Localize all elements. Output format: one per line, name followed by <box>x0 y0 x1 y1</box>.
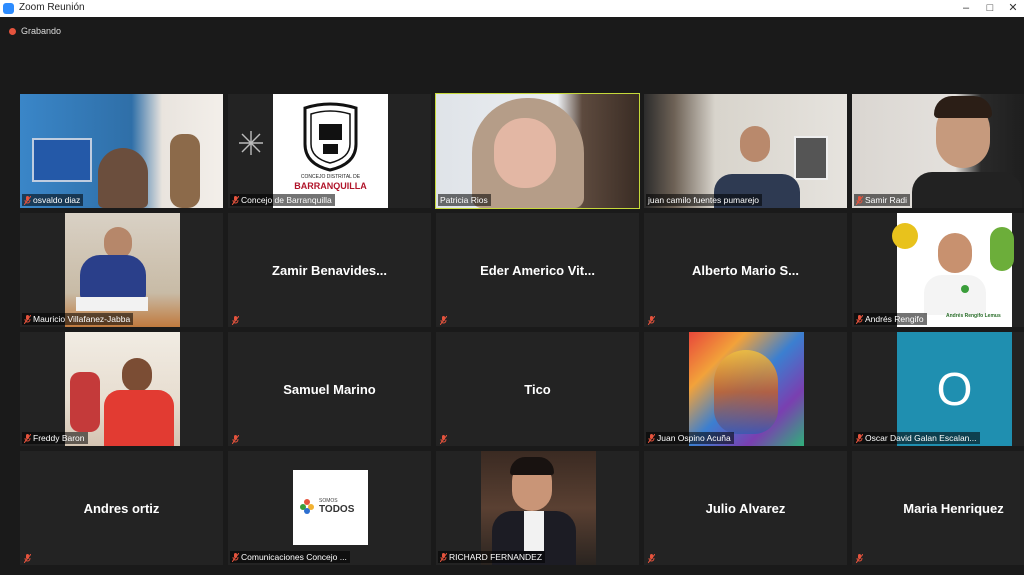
participant-shirt <box>524 511 544 551</box>
participant-name-label: juan camilo fuentes pumarejo <box>646 194 763 206</box>
participant-tile[interactable]: Freddy Baron <box>20 332 223 446</box>
statue-figure <box>170 134 200 208</box>
participant-tile[interactable]: Tico <box>436 332 639 446</box>
participant-name-label: RICHARD FERNANDEZ <box>438 551 546 563</box>
participant-face <box>122 358 152 392</box>
participant-name-display: Julio Alvarez <box>705 500 786 516</box>
recording-dot-icon <box>9 27 16 35</box>
zoom-app-icon <box>3 3 14 14</box>
participant-tile[interactable]: Andres ortiz <box>20 451 223 565</box>
participant-name-label: Andrés Rengifo <box>854 313 927 325</box>
window-title: Zoom Reunión <box>19 2 85 13</box>
logo-line2: TODOS <box>319 504 355 515</box>
participant-tile[interactable]: juan camilo fuentes pumarejo <box>644 94 847 208</box>
participant-tile[interactable]: RICHARD FERNANDEZ <box>436 451 639 565</box>
participant-name-label: Juan Ospino Acuña <box>646 432 734 444</box>
participant-tile[interactable]: CONCEJO DISTRITAL DE BARRANQUILLA Concej… <box>228 94 431 208</box>
participant-tile[interactable]: O Oscar David Galan Escalan... <box>852 332 1024 446</box>
participant-name-display: Zamir Benavides... <box>272 262 387 278</box>
participant-body <box>104 390 174 446</box>
participant-name-label: Concejo de Barranquilla <box>230 194 335 206</box>
window-titlebar: Zoom Reunión – □ ✕ <box>0 0 1024 17</box>
participant-body <box>924 275 986 315</box>
wall-poster <box>794 136 828 180</box>
participant-tile-active-speaker[interactable]: Patricia Rios <box>435 93 640 209</box>
participant-tile[interactable]: Mauricio Villafanez-Jabba <box>20 213 223 327</box>
recording-indicator[interactable]: Grabando <box>9 26 61 36</box>
muted-mic-icon <box>232 196 239 205</box>
participant-figure <box>98 148 148 208</box>
leaf-graphic <box>990 227 1014 271</box>
muted-mic-icon <box>648 316 655 325</box>
crowd-figure <box>70 372 100 432</box>
muted-mic-icon <box>648 434 655 443</box>
participant-tile[interactable]: Eder Americo Vit... <box>436 213 639 327</box>
concejo-logo: CONCEJO DISTRITAL DE BARRANQUILLA <box>273 94 388 208</box>
participant-tile[interactable]: Juan Ospino Acuña <box>644 332 847 446</box>
muted-mic-icon <box>440 316 447 325</box>
participant-name-display: Alberto Mario S... <box>692 262 799 278</box>
participant-tile[interactable]: Maria Henriquez <box>852 451 1024 565</box>
screen-graphic <box>32 138 92 182</box>
minimize-button[interactable]: – <box>958 1 974 15</box>
participant-hair <box>510 457 554 475</box>
participant-body <box>80 255 146 299</box>
participant-name-label: Samir Radi <box>854 194 911 206</box>
participant-name-display: Maria Henriquez <box>903 500 1004 516</box>
participant-name-label: Freddy Baron <box>22 432 88 444</box>
participant-tile[interactable]: Zamir Benavides... <box>228 213 431 327</box>
participant-tile[interactable]: SOMOS TODOS Comunicaciones Concejo ... <box>228 451 431 565</box>
muted-mic-icon <box>440 435 447 444</box>
campaign-name-text: Andrés Rengifo Lemus <box>946 313 1001 319</box>
coat-of-arms-icon <box>297 100 364 172</box>
participant-name-label: Mauricio Villafanez-Jabba <box>22 313 134 325</box>
participant-face <box>938 233 972 273</box>
participant-face <box>494 118 556 188</box>
participant-tile[interactable]: Samuel Marino <box>228 332 431 446</box>
maximize-button[interactable]: □ <box>982 1 998 15</box>
participant-tile[interactable]: Andrés Rengifo Lemus Andrés Rengifo <box>852 213 1024 327</box>
flower-logo-icon <box>299 498 315 514</box>
muted-mic-icon <box>24 315 31 324</box>
participant-name-display: Andres ortiz <box>83 500 160 516</box>
logo-main-text: BARRANQUILLA <box>294 181 367 191</box>
muted-mic-icon <box>232 553 239 562</box>
party-badge-icon <box>961 285 969 293</box>
recording-label: Grabando <box>21 26 62 36</box>
participant-name-label: osvaldo diaz <box>22 194 84 206</box>
somos-todos-logo: SOMOS TODOS <box>293 470 368 545</box>
participant-name-display: Tico <box>524 381 551 397</box>
paper-sheet <box>76 297 148 311</box>
logo-top-text: CONCEJO DISTRITAL DE <box>300 174 361 180</box>
participant-name-display: Eder Americo Vit... <box>480 262 595 278</box>
participant-hair <box>934 96 992 118</box>
participant-body <box>912 172 1022 208</box>
participant-tile[interactable]: Samir Radi <box>852 94 1024 208</box>
participant-tile[interactable]: Julio Alvarez <box>644 451 847 565</box>
muted-mic-icon <box>856 434 863 443</box>
artwork-face <box>714 350 778 434</box>
muted-mic-icon <box>856 554 863 563</box>
muted-mic-icon <box>440 553 447 562</box>
sunflower-icon <box>892 223 918 249</box>
participant-tile[interactable]: Alberto Mario S... <box>644 213 847 327</box>
muted-mic-icon <box>856 196 863 205</box>
participant-face <box>740 126 770 162</box>
participant-tile[interactable]: osvaldo diaz <box>20 94 223 208</box>
participant-name-display: Samuel Marino <box>283 381 376 397</box>
close-button[interactable]: ✕ <box>1005 1 1021 15</box>
avatar-letter: O <box>936 363 973 415</box>
muted-mic-icon <box>648 554 655 563</box>
participant-name-label: Oscar David Galan Escalan... <box>854 432 980 444</box>
muted-mic-icon <box>856 315 863 324</box>
muted-mic-icon <box>24 196 31 205</box>
participant-name-label: Comunicaciones Concejo ... <box>230 551 350 563</box>
muted-mic-icon <box>24 434 31 443</box>
participant-name-label: Patricia Rios <box>438 194 491 206</box>
muted-mic-icon <box>232 316 239 325</box>
flower-logo-icon <box>234 128 268 158</box>
muted-mic-icon <box>24 554 31 563</box>
muted-mic-icon <box>232 435 239 444</box>
